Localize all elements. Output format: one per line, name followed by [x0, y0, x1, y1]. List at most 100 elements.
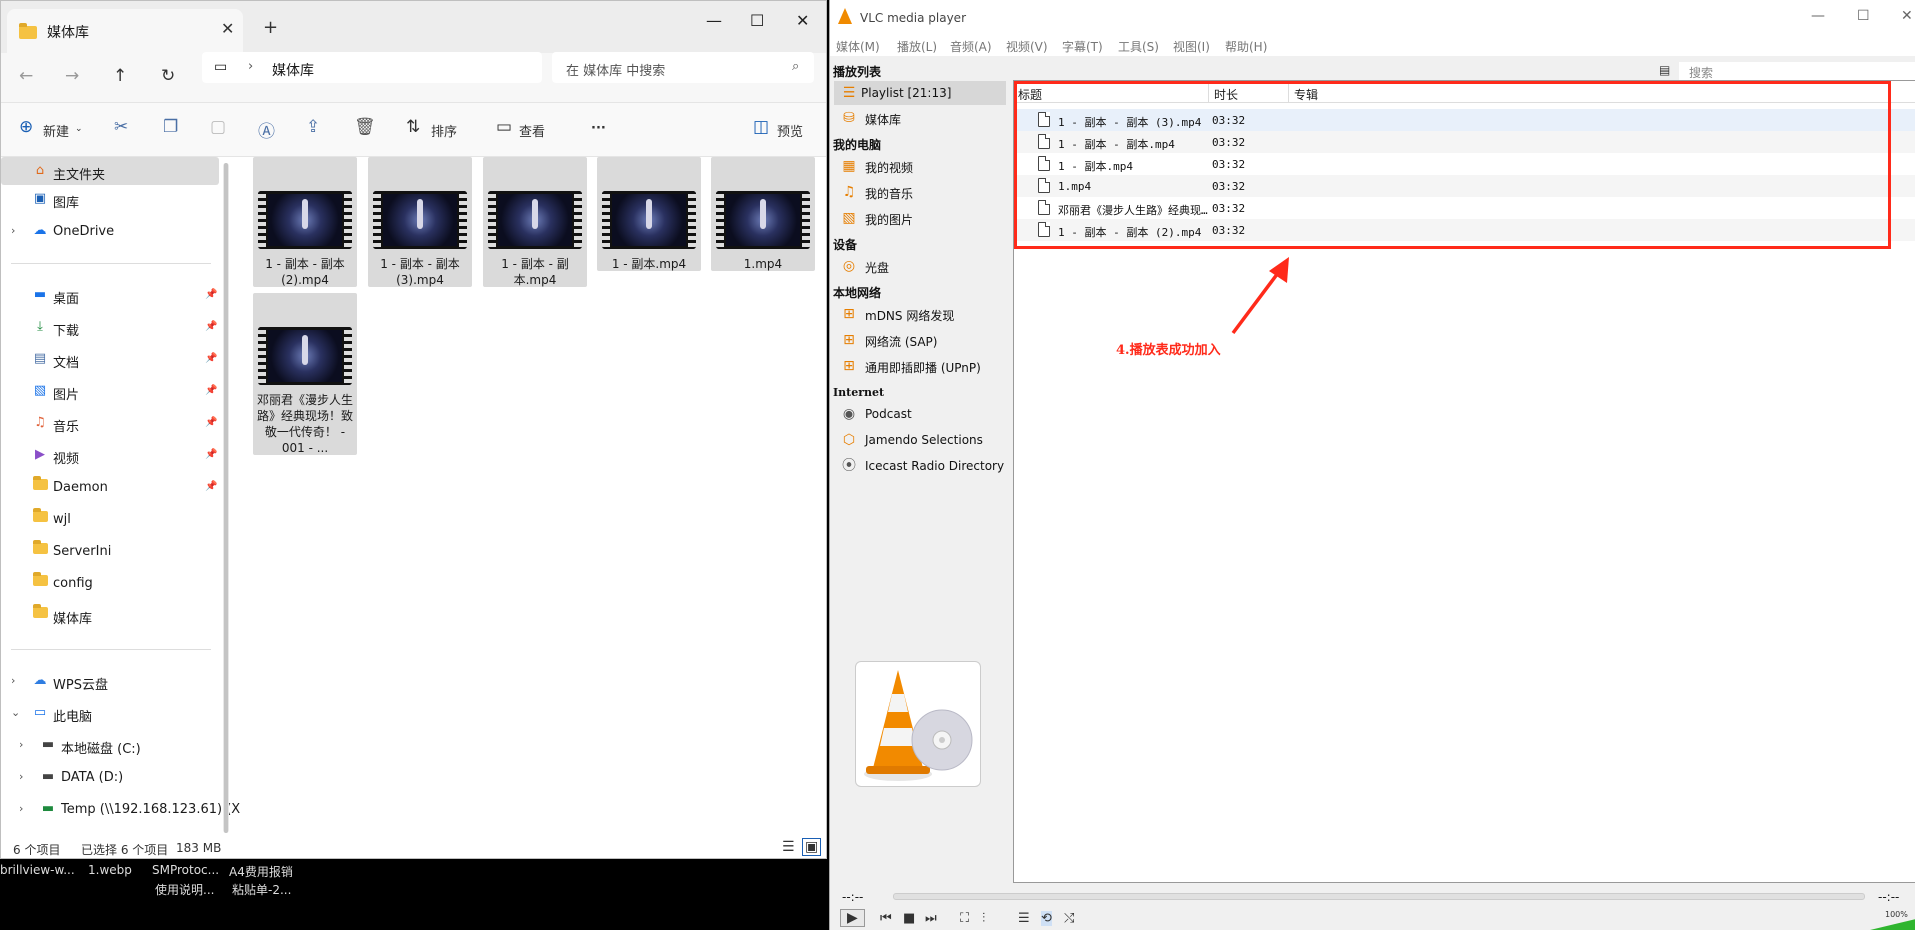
sidebar-item-desktop[interactable]: ▬ 桌面 📌: [1, 281, 219, 309]
file-item[interactable]: 1 - 副本 - 副本 (2).mp4: [253, 157, 357, 287]
file-item[interactable]: 1.mp4: [711, 157, 815, 271]
preview-icon[interactable]: ◫: [753, 117, 769, 137]
file-item[interactable]: 1 - 副本 - 副本.mp4: [483, 157, 587, 287]
menu-video[interactable]: 视频(V): [1006, 38, 1048, 55]
paste-icon[interactable]: ▢: [210, 117, 226, 137]
new-plus-icon[interactable]: ⊕: [19, 117, 33, 137]
file-item[interactable]: 1 - 副本 - 副本 (3).mp4: [368, 157, 472, 287]
taskbar-item[interactable]: SMProtoc...: [152, 863, 219, 877]
up-icon[interactable]: ↑: [113, 66, 127, 86]
sidebar-item-gallery[interactable]: ▣ 图库: [1, 185, 219, 213]
fullscreen-icon[interactable]: ⛶: [960, 911, 969, 926]
sidebar-item-icecast[interactable]: ⦿ Icecast Radio Directory: [834, 454, 1006, 478]
delete-icon[interactable]: 🗑: [354, 117, 376, 137]
back-icon[interactable]: ←: [19, 66, 33, 86]
sidebar-item-home[interactable]: ⌂ 主文件夹: [1, 157, 219, 185]
file-item[interactable]: 1 - 副本.mp4: [597, 157, 701, 271]
view-icon[interactable]: ▭: [496, 117, 512, 137]
sidebar-item-disc[interactable]: ◎ 光盘: [834, 254, 1006, 278]
close-window-icon[interactable]: ✕: [1901, 8, 1913, 24]
minimize-icon[interactable]: —: [706, 11, 722, 30]
menu-audio[interactable]: 音频(A): [950, 38, 992, 55]
sidebar-item-pictures[interactable]: ▧ 图片 📌: [1, 377, 219, 405]
path-segment[interactable]: 媒体库: [272, 60, 314, 80]
sidebar-item-onedrive[interactable]: › ☁ OneDrive: [1, 217, 219, 245]
shuffle-icon[interactable]: ⤭: [1064, 911, 1074, 926]
pin-icon[interactable]: 📌: [205, 321, 217, 332]
volume-slider[interactable]: [1870, 919, 1915, 930]
new-tab-icon[interactable]: +: [263, 17, 278, 38]
tiles-view-icon[interactable]: ▣: [802, 838, 822, 856]
sidebar-item-media-library[interactable]: 媒体库: [1, 601, 219, 629]
taskbar-item[interactable]: 粘贴单-2...: [232, 881, 291, 898]
pin-icon[interactable]: 📌: [205, 481, 217, 492]
sidebar-item-wps[interactable]: › ☁ WPS云盘: [1, 667, 219, 695]
share-icon[interactable]: ⇪: [306, 117, 320, 137]
address-bar[interactable]: ▭ › 媒体库: [202, 52, 542, 83]
previous-icon[interactable]: ⏮: [880, 911, 892, 926]
chevron-right-icon[interactable]: ›: [11, 674, 15, 687]
menu-view[interactable]: 视图(I): [1173, 38, 1210, 55]
pin-icon[interactable]: 📌: [205, 289, 217, 300]
playlist-search[interactable]: ▤ 搜索: [1659, 62, 1915, 81]
sidebar-item-sap[interactable]: ⊞ 网络流 (SAP): [834, 328, 1006, 352]
search-input[interactable]: 搜索: [1689, 64, 1713, 81]
rename-icon[interactable]: Ⓐ: [258, 117, 275, 142]
sidebar-item-documents[interactable]: ▤ 文档 📌: [1, 345, 219, 373]
menu-tools[interactable]: 工具(S): [1118, 38, 1159, 55]
details-view-icon[interactable]: ☰: [782, 839, 795, 855]
sidebar-item-this-pc[interactable]: ⌄ ▭ 此电脑: [1, 699, 219, 727]
sidebar-item-drive-x[interactable]: › ▬ Temp (\\192.168.123.61) (X: [1, 795, 240, 823]
sidebar-item-drive-c[interactable]: › ▬ 本地磁盘 (C:): [1, 731, 219, 759]
menu-help[interactable]: 帮助(H): [1225, 38, 1267, 55]
loop-icon[interactable]: ⟲: [1041, 911, 1052, 926]
chevron-right-icon[interactable]: ›: [19, 738, 23, 751]
sidebar-item-my-music[interactable]: ♫ 我的音乐: [834, 180, 1006, 204]
search-box[interactable]: 在 媒体库 中搜索 ⌕: [552, 52, 814, 83]
chevron-right-icon[interactable]: ›: [11, 224, 15, 237]
maximize-icon[interactable]: ☐: [750, 11, 764, 30]
view-button[interactable]: 查看: [519, 121, 545, 140]
search-input[interactable]: 在 媒体库 中搜索: [566, 60, 665, 79]
sidebar-item-my-pictures[interactable]: ▧ 我的图片: [834, 206, 1006, 230]
sidebar-item-wjl[interactable]: wjl: [1, 505, 219, 533]
sidebar-scrollbar[interactable]: [223, 163, 229, 833]
playlist-mode-icon[interactable]: ▤: [1659, 63, 1670, 77]
sidebar-item-jamendo[interactable]: ⬡ Jamendo Selections: [834, 428, 1006, 452]
sidebar-item-serverini[interactable]: ServerIni: [1, 537, 219, 565]
sidebar-item-upnp[interactable]: ⊞ 通用即插即播 (UPnP): [834, 354, 1006, 378]
pin-icon[interactable]: 📌: [205, 385, 217, 396]
extended-settings-icon[interactable]: ⫶: [982, 911, 985, 926]
sidebar-item-media-library[interactable]: ⛁ 媒体库: [834, 106, 1006, 130]
pin-icon[interactable]: 📌: [205, 353, 217, 364]
sidebar-item-config[interactable]: config: [1, 569, 219, 597]
taskbar-item[interactable]: A4费用报销: [229, 863, 293, 880]
more-button[interactable]: ···: [591, 121, 606, 136]
pin-icon[interactable]: 📌: [205, 449, 217, 460]
sort-button[interactable]: 排序: [431, 121, 457, 140]
seek-slider[interactable]: [893, 893, 1865, 900]
chevron-down-icon[interactable]: ⌄: [11, 706, 20, 719]
minimize-icon[interactable]: —: [1811, 8, 1825, 24]
taskbar-item[interactable]: 使用说明...: [155, 881, 214, 898]
chevron-right-icon[interactable]: ›: [19, 802, 23, 815]
stop-icon[interactable]: ■: [903, 911, 915, 926]
pin-icon[interactable]: 📌: [205, 417, 217, 428]
sidebar-item-downloads[interactable]: ⤓ 下载 📌: [1, 313, 219, 341]
menu-subtitle[interactable]: 字幕(T): [1062, 38, 1103, 55]
copy-icon[interactable]: ❐: [163, 117, 178, 137]
play-button[interactable]: ▶: [840, 909, 865, 927]
taskbar-item[interactable]: 1.webp: [88, 863, 132, 877]
sidebar-item-podcast[interactable]: ◉ Podcast: [834, 402, 1006, 426]
taskbar-item[interactable]: brillview-w...: [0, 863, 75, 877]
sidebar-item-videos[interactable]: ▶ 视频 📌: [1, 441, 219, 469]
close-window-icon[interactable]: ✕: [796, 11, 809, 30]
sidebar-item-drive-d[interactable]: › ▬ DATA (D:): [1, 763, 219, 791]
sidebar-item-mdns[interactable]: ⊞ mDNS 网络发现: [834, 302, 1006, 326]
cut-icon[interactable]: ✂: [114, 117, 128, 137]
sidebar-item-my-videos[interactable]: ▦ 我的视频: [834, 154, 1006, 178]
close-tab-icon[interactable]: ✕: [221, 19, 234, 38]
file-item[interactable]: 邓丽君《漫步人生路》经典现场！致敬一代传奇！ - 001 - ...: [253, 293, 357, 455]
playlist-toggle-icon[interactable]: ☰: [1018, 911, 1030, 926]
sidebar-item-music[interactable]: ♫ 音乐 📌: [1, 409, 219, 437]
